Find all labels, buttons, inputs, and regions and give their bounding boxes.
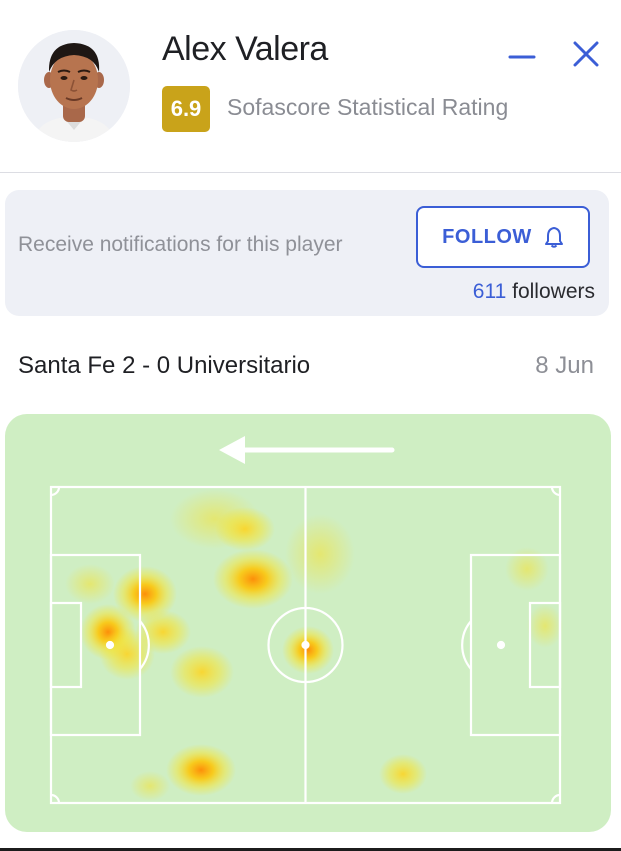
close-button[interactable] (566, 30, 606, 74)
followers-info: 611 followers (473, 280, 595, 304)
player-avatar (18, 30, 130, 142)
followers-label: followers (512, 280, 595, 303)
heatmap-pitch (5, 414, 611, 832)
rating-label: Sofascore Statistical Rating (227, 94, 509, 120)
notifications-text: Receive notifications for this player (18, 233, 343, 256)
follow-button[interactable]: FOLLOW (416, 206, 590, 268)
match-date: 8 Jun (535, 352, 594, 379)
rating-badge: 6.9 (162, 86, 210, 132)
bell-icon (544, 227, 563, 248)
follow-label: FOLLOW (442, 225, 532, 248)
player-photo (18, 30, 130, 142)
followers-count[interactable]: 611 (473, 280, 506, 303)
match-row[interactable]: Santa Fe 2 - 0 Universitario 8 Jun (18, 348, 594, 384)
player-header: Alex Valera 6.9 Sofascore Statistical Ra… (0, 0, 621, 173)
minus-icon (508, 55, 536, 59)
match-title: Santa Fe 2 - 0 Universitario (18, 352, 311, 379)
heatmap-svg (49, 436, 563, 805)
player-name: Alex Valera (162, 30, 328, 68)
attack-direction-arrow (219, 436, 395, 464)
notifications-card: Receive notifications for this player FO… (5, 190, 609, 316)
close-icon (573, 41, 599, 67)
minimize-button[interactable] (502, 30, 542, 74)
